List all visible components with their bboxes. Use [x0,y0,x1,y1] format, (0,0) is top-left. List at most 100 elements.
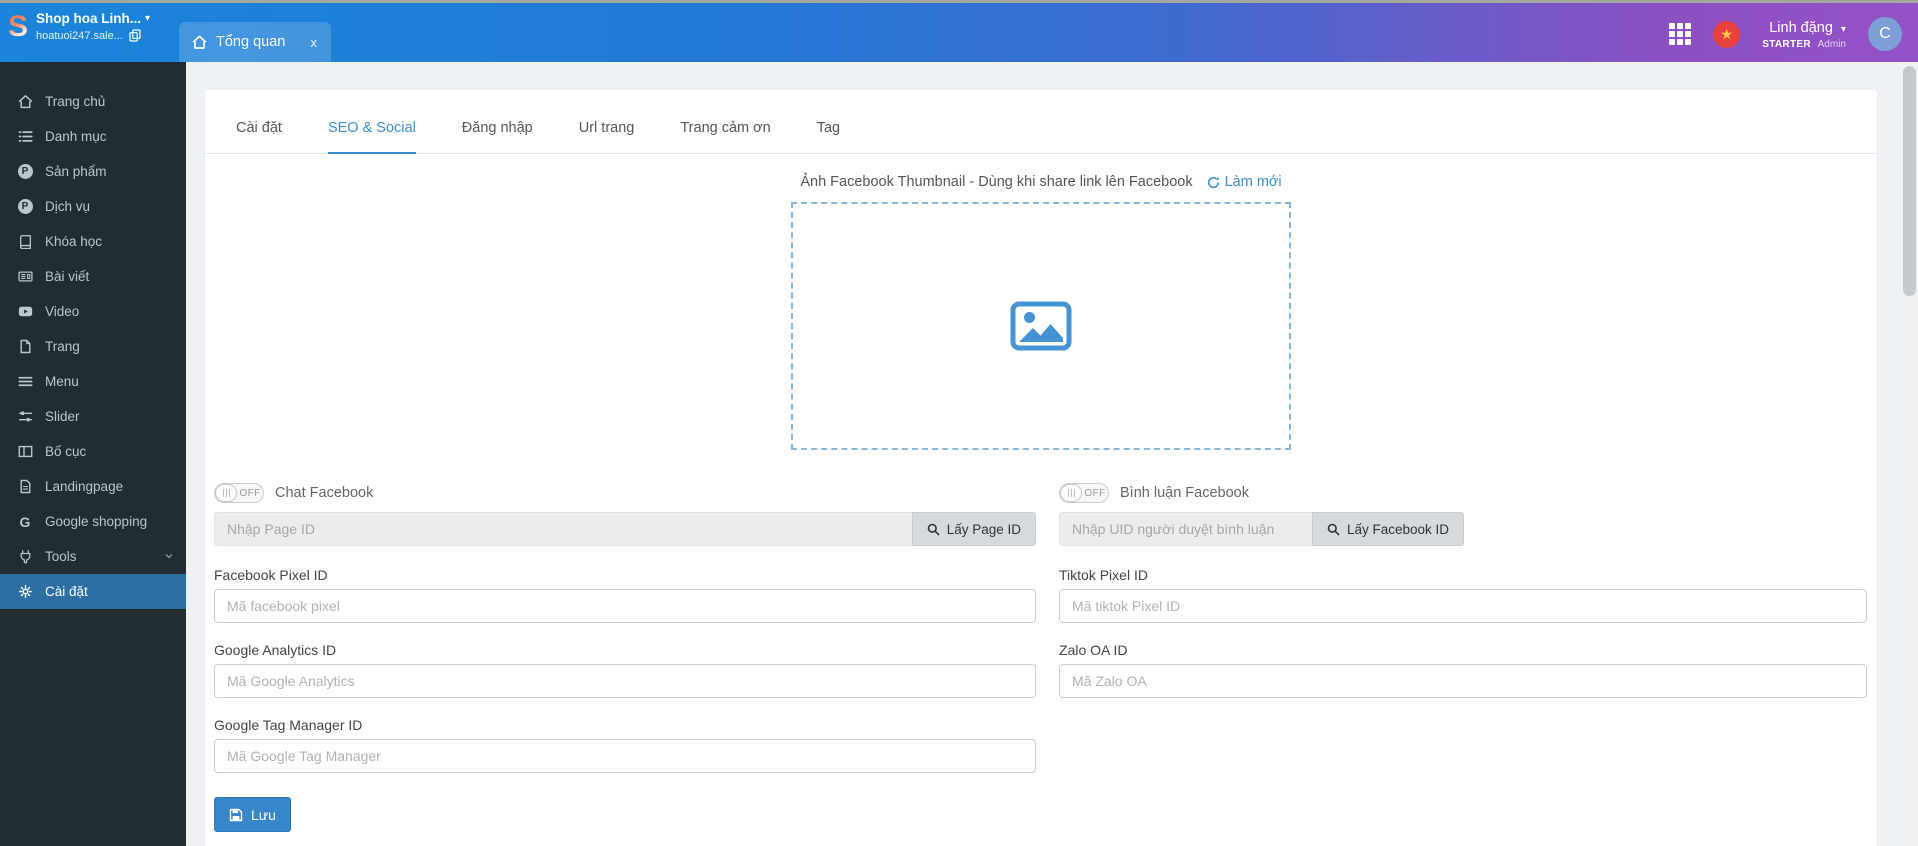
google-analytics-input[interactable] [214,664,1036,698]
vietnam-flag-icon[interactable]: ★ [1713,20,1741,48]
avatar[interactable]: C [1868,17,1902,51]
sidebar-item-dich-vu[interactable]: P Dịch vụ [0,189,186,224]
search-icon [1327,523,1340,536]
sidebar-item-google-shopping[interactable]: G Google shopping [0,504,186,539]
comment-facebook-label: Bình luận Facebook [1120,485,1249,501]
page-id-input[interactable] [214,512,912,546]
chat-facebook-toggle[interactable]: OFF [214,483,264,503]
toggle-state: OFF [1084,487,1106,499]
get-facebook-id-button[interactable]: Lấy Facebook ID [1312,512,1465,546]
facebook-uid-input[interactable] [1059,512,1312,546]
google-tag-manager-field: Google Tag Manager ID [214,717,1036,773]
tab-close-icon[interactable]: x [309,35,320,50]
home-icon [192,34,207,49]
search-icon [927,523,940,536]
menu-bars-icon [15,374,35,389]
tab-cai-dat[interactable]: Cài đặt [236,120,282,154]
sidebar-item-landingpage[interactable]: Landingpage [0,469,186,504]
top-header: S Shop hoa Linh... ▾ hoatuoi247.sale... … [0,0,1918,62]
site-switcher[interactable]: S Shop hoa Linh... ▾ hoatuoi247.sale... [8,11,150,42]
sidebar-item-bo-cuc[interactable]: Bố cục [0,434,186,469]
vertical-scrollbar[interactable] [1901,62,1918,846]
tab-dang-nhap[interactable]: Đăng nhập [462,120,533,154]
chat-facebook-row: OFF Chat Facebook [214,483,1036,503]
sliders-icon [15,409,35,424]
settings-card: Cài đặt SEO & Social Đăng nhập Url trang… [205,90,1877,846]
sidebar-item-bai-viet[interactable]: Bài viết [0,259,186,294]
tab-url-trang[interactable]: Url trang [579,120,635,154]
toggle-knob [1060,484,1082,502]
thumbnail-upload-area[interactable] [791,202,1291,450]
user-menu[interactable]: Linh đặng ▾ STARTER Admin [1762,19,1846,50]
facebook-pixel-field: Facebook Pixel ID [214,567,1036,623]
plan-badge: STARTER [1762,38,1811,50]
user-role: Admin [1817,38,1846,50]
newspaper-icon [15,269,35,284]
image-placeholder-icon [1010,301,1072,351]
refresh-icon [1207,176,1219,188]
sidebar-item-cai-dat[interactable]: Cài đặt [0,574,186,609]
site-name: Shop hoa Linh... [36,11,142,26]
tiktok-pixel-input[interactable] [1059,589,1867,623]
sidebar-item-khoa-hoc[interactable]: Khóa học [0,224,186,259]
sidebar-item-trang-chu[interactable]: Trang chủ [0,84,186,119]
facebook-uid-group: Lấy Facebook ID [1059,512,1867,546]
zalo-oa-field: Zalo OA ID [1059,642,1867,698]
sidebar-item-trang[interactable]: Trang [0,329,186,364]
save-icon [229,808,243,821]
facebook-thumbnail-heading: Ảnh Facebook Thumbnail - Dùng khi share … [800,174,1193,190]
list-icon [15,129,35,144]
home-icon [15,94,35,109]
layout-icon [15,444,35,459]
scrollbar-thumb[interactable] [1903,66,1916,296]
toggle-knob [215,484,237,502]
refresh-link[interactable]: Làm mới [1207,174,1282,190]
service-icon: P [15,199,35,214]
product-icon: P [15,164,35,179]
gear-icon [15,584,35,599]
sidebar: Trang chủ Danh mục P Sản phẩm P Dịch vụ … [0,62,186,846]
get-page-id-button[interactable]: Lấy Page ID [911,512,1036,546]
comment-facebook-row: OFF Bình luận Facebook [1059,483,1867,503]
google-analytics-label: Google Analytics ID [214,642,337,658]
zalo-oa-label: Zalo OA ID [1059,642,1128,658]
copy-icon[interactable] [129,29,141,42]
tiktok-pixel-label: Tiktok Pixel ID [1059,567,1148,583]
apps-grid-icon[interactable] [1669,23,1692,45]
book-icon [15,234,35,249]
sidebar-item-video[interactable]: Video [0,294,186,329]
zalo-oa-input[interactable] [1059,664,1867,698]
google-icon: G [19,513,31,530]
settings-tabs: Cài đặt SEO & Social Đăng nhập Url trang… [205,90,1877,154]
google-tag-manager-input[interactable] [214,739,1036,773]
chevron-down-icon: ▾ [145,13,151,24]
chat-facebook-label: Chat Facebook [275,485,374,501]
video-icon [15,304,35,319]
landingpage-icon [15,479,35,494]
facebook-pixel-input[interactable] [214,589,1036,623]
google-tag-manager-label: Google Tag Manager ID [214,717,363,733]
chevron-down-icon: ▾ [1840,23,1846,35]
tab-tag[interactable]: Tag [817,120,840,154]
tab-seo-social[interactable]: SEO & Social [327,120,416,154]
user-name: Linh đặng [1769,19,1833,36]
main-content: Cài đặt SEO & Social Đăng nhập Url trang… [186,62,1918,846]
tab-label: Tổng quan [216,34,286,50]
site-domain: hoatuoi247.sale... [36,29,123,42]
toggle-state: OFF [239,487,261,499]
tab-tong-quan[interactable]: Tổng quan x [179,22,331,62]
sidebar-item-menu[interactable]: Menu [0,364,186,399]
tab-trang-cam-on[interactable]: Trang cảm ơn [680,120,770,154]
google-analytics-field: Google Analytics ID [214,642,1036,698]
plug-icon [15,549,35,564]
sidebar-item-san-pham[interactable]: P Sản phẩm [0,154,186,189]
sidebar-item-tools[interactable]: Tools [0,539,186,574]
save-button[interactable]: Lưu [214,797,291,832]
sidebar-item-slider[interactable]: Slider [0,399,186,434]
facebook-pixel-label: Facebook Pixel ID [214,567,328,583]
comment-facebook-toggle[interactable]: OFF [1059,483,1109,503]
tiktok-pixel-field: Tiktok Pixel ID [1059,567,1867,623]
chevron-down-icon [164,549,174,564]
sidebar-item-danh-muc[interactable]: Danh mục [0,119,186,154]
page-id-group: Lấy Page ID [214,512,1036,546]
